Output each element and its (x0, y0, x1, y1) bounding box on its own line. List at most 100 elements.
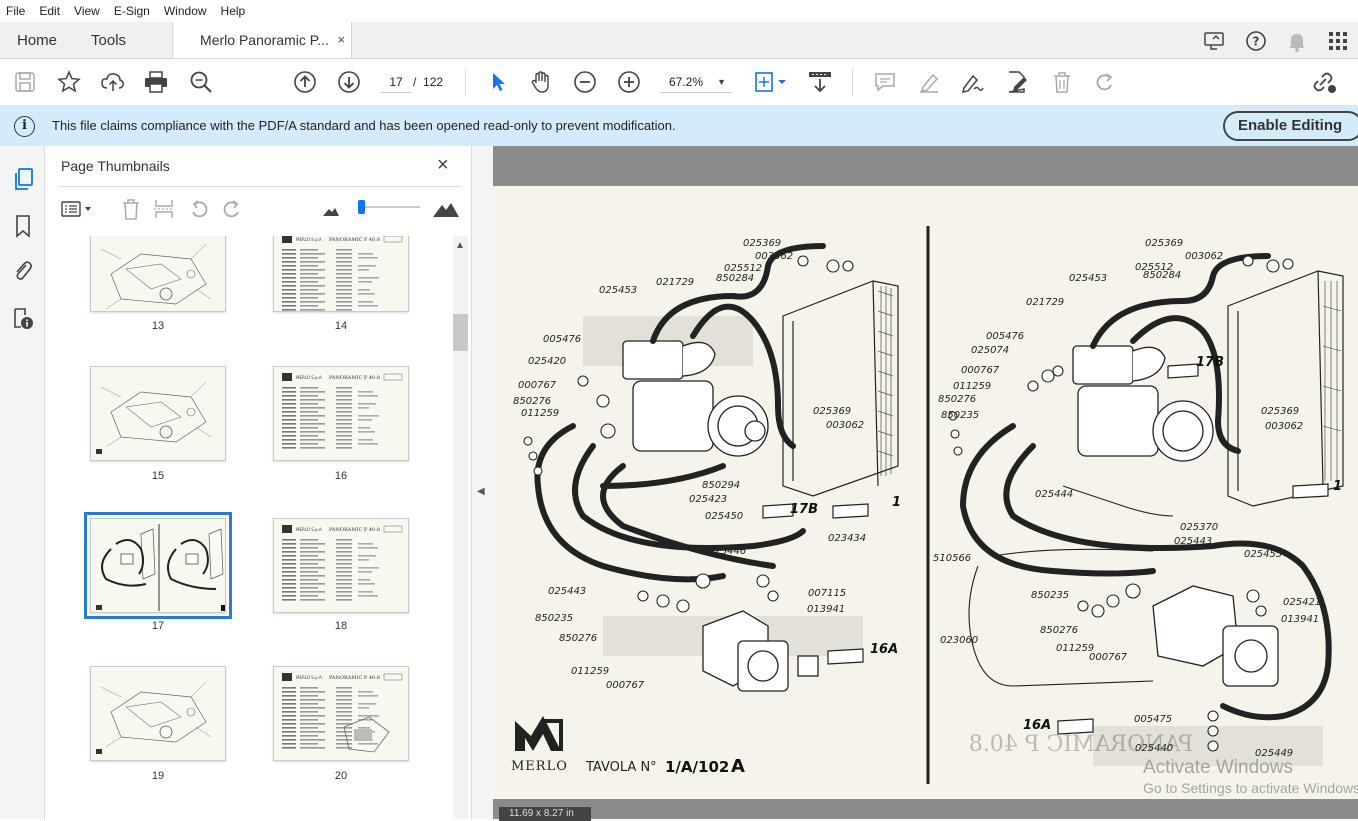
enable-editing-button[interactable]: Enable Editing (1223, 111, 1358, 141)
save-icon[interactable] (12, 69, 38, 95)
part-label: 003062 (755, 251, 793, 262)
rotate-clockwise-icon[interactable] (221, 198, 243, 220)
scrolling-mode-icon[interactable] (806, 69, 834, 95)
part-label: 011259 (521, 408, 559, 419)
drawing-preview (96, 524, 225, 611)
tab-tools[interactable]: Tools (74, 22, 143, 58)
next-page-icon[interactable] (336, 69, 362, 95)
drawing-preview (96, 381, 212, 454)
menu-edit[interactable]: Edit (32, 4, 67, 18)
left-navigation-rail (0, 146, 45, 819)
thumbnail-list[interactable]: 13 MERLO S.p.A. PANORAMIC P 40.8 14 15 MERLO … (55, 236, 453, 819)
delete-page-icon[interactable] (120, 198, 142, 220)
part-label: 025443 (1174, 536, 1212, 547)
panel-splitter[interactable] (471, 146, 493, 819)
highlight-pen-icon[interactable] (916, 69, 942, 95)
page-thumbnails-icon[interactable] (10, 166, 36, 192)
share-link-icon[interactable] (1311, 69, 1337, 95)
info-icon: i (14, 116, 35, 137)
part-label: 025421 (1283, 597, 1321, 608)
zoom-in-icon[interactable] (616, 69, 642, 95)
part-label: 16A (870, 642, 898, 657)
hand-tool-icon[interactable] (528, 69, 554, 95)
zoom-level-select[interactable]: 67.2% ▼ (660, 71, 732, 93)
fit-page-icon[interactable] (752, 69, 788, 95)
thumbnail-scroll-thumb[interactable] (453, 314, 468, 351)
apps-grid-icon[interactable] (1317, 31, 1358, 51)
thumbnail-options-icon[interactable] (60, 198, 96, 220)
main-toolbar: 17 / 122 67.2% ▼ (0, 59, 1358, 106)
part-label: 850284 (1143, 270, 1181, 281)
thumbnail-size-slider-track[interactable] (358, 206, 420, 208)
parts-list-preview: MERLO S.p.A. PANORAMIC P 40.8 (282, 373, 403, 449)
page-thumbnail[interactable]: MERLO S.p.A. PANORAMIC P 40.8 (273, 236, 409, 312)
redo-icon[interactable] (1092, 69, 1118, 95)
tab-home[interactable]: Home (0, 22, 74, 58)
page-thumbnail[interactable] (90, 366, 226, 461)
thumbnail-page-number: 14 (334, 320, 348, 332)
part-label: 850276 (1040, 625, 1078, 636)
sign-pen-icon[interactable] (959, 69, 985, 95)
share-screen-icon[interactable] (1194, 31, 1235, 51)
part-label: 000767 (518, 380, 557, 391)
page-number-input[interactable]: 17 (381, 71, 411, 93)
page-thumbnails-panel: Page Thumbnails × 13 MERLO S.p.A. PANORAMI… (45, 146, 471, 819)
print-icon[interactable] (143, 69, 169, 95)
page-thumbnail[interactable]: MERLO S.p.A. PANORAMIC P 40.8 (273, 666, 409, 761)
panel-close-icon[interactable]: × (437, 154, 449, 177)
zoom-level-value: 67.2% (669, 75, 704, 89)
part-label: 025450 (705, 511, 743, 522)
find-zoom-icon[interactable] (188, 69, 214, 95)
large-thumbnails-icon[interactable] (431, 198, 461, 220)
upload-cloud-icon[interactable] (100, 69, 126, 95)
select-cursor-icon[interactable] (485, 69, 511, 95)
comment-icon[interactable] (872, 69, 898, 95)
notifications-bell-icon[interactable] (1276, 30, 1317, 52)
delete-trash-icon[interactable] (1049, 69, 1075, 95)
scroll-up-icon[interactable]: ▲ (455, 240, 465, 251)
menu-window[interactable]: Window (157, 4, 214, 18)
part-label: 005476 (543, 334, 581, 345)
parts-list-preview: MERLO S.p.A. PANORAMIC P 40.8 (282, 673, 403, 753)
page-thumbnail[interactable]: MERLO S.p.A. PANORAMIC P 40.8 (273, 518, 409, 613)
layers-info-icon[interactable] (10, 306, 36, 332)
page-thumbnail[interactable]: MERLO S.p.A. PANORAMIC P 40.8 (273, 366, 409, 461)
page-thumbnail[interactable] (90, 666, 226, 761)
menu-file[interactable]: File (0, 4, 32, 18)
menu-help[interactable]: Help (214, 4, 253, 18)
part-label: 510566 (933, 553, 971, 564)
small-thumbnails-icon[interactable] (320, 200, 342, 222)
attachments-icon[interactable] (10, 258, 36, 284)
part-label: 850284 (716, 273, 754, 284)
thumbnail-page-number: 16 (334, 470, 348, 482)
edit-document-icon[interactable] (1004, 69, 1030, 95)
menu-esign[interactable]: E-Sign (107, 4, 157, 18)
part-label: 025420 (528, 356, 566, 367)
thumbnail-size-slider-handle[interactable] (358, 200, 365, 214)
chevron-down-icon: ▼ (717, 77, 726, 87)
collapse-panel-icon[interactable]: ◀ (477, 486, 485, 497)
help-icon[interactable]: ? (1235, 30, 1276, 52)
part-label: 011259 (953, 381, 991, 392)
menu-view[interactable]: View (67, 4, 107, 18)
rotate-counterclockwise-icon[interactable] (188, 198, 210, 220)
thumbnail-page-number: 19 (151, 770, 165, 782)
page-thumbnail[interactable] (84, 512, 232, 619)
part-label: 023060 (940, 635, 978, 646)
part-label: 005476 (986, 331, 1024, 342)
previous-page-icon[interactable] (292, 69, 318, 95)
svg-text:?: ? (1252, 34, 1259, 48)
pdf-page[interactable]: 025369 003062 025512 850284 025453 021729 0054… (493, 186, 1358, 799)
zoom-out-icon[interactable] (572, 69, 598, 95)
tab-close-icon[interactable]: × (337, 32, 345, 47)
extract-pages-icon[interactable] (153, 198, 175, 220)
tab-document[interactable]: Merlo Panoramic P... × (172, 22, 353, 58)
brand-text: MERLO (511, 759, 568, 774)
part-label: 000767 (606, 680, 645, 691)
bookmark-star-icon[interactable] (56, 69, 82, 95)
part-label: 003062 (1265, 421, 1303, 432)
part-label: 013941 (1281, 614, 1319, 625)
part-label: 850294 (702, 480, 740, 491)
page-thumbnail[interactable] (90, 236, 226, 312)
bookmarks-icon[interactable] (10, 213, 36, 239)
